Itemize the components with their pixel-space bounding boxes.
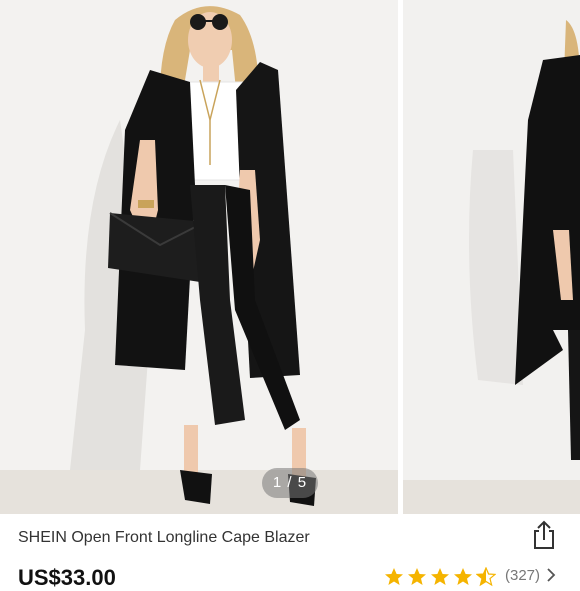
product-image-1[interactable] — [0, 0, 398, 514]
star-icon — [454, 568, 472, 585]
half-star-icon — [476, 567, 496, 587]
star-icon — [408, 568, 426, 585]
share-icon — [534, 520, 554, 549]
star-icon — [385, 568, 403, 585]
share-button[interactable] — [530, 519, 558, 551]
product-price: US$33.00 — [18, 565, 116, 590]
image-pager-indicator: 1 / 5 — [262, 468, 318, 498]
rating-summary[interactable]: (327) — [384, 567, 556, 587]
star-icon — [431, 568, 449, 585]
chevron-right-icon — [547, 568, 556, 582]
image-carousel[interactable]: 1 / 5 — [0, 0, 580, 514]
product-image-2[interactable] — [403, 0, 580, 514]
product-title: SHEIN Open Front Longline Cape Blazer — [18, 529, 310, 546]
review-count: (327) — [505, 567, 541, 584]
